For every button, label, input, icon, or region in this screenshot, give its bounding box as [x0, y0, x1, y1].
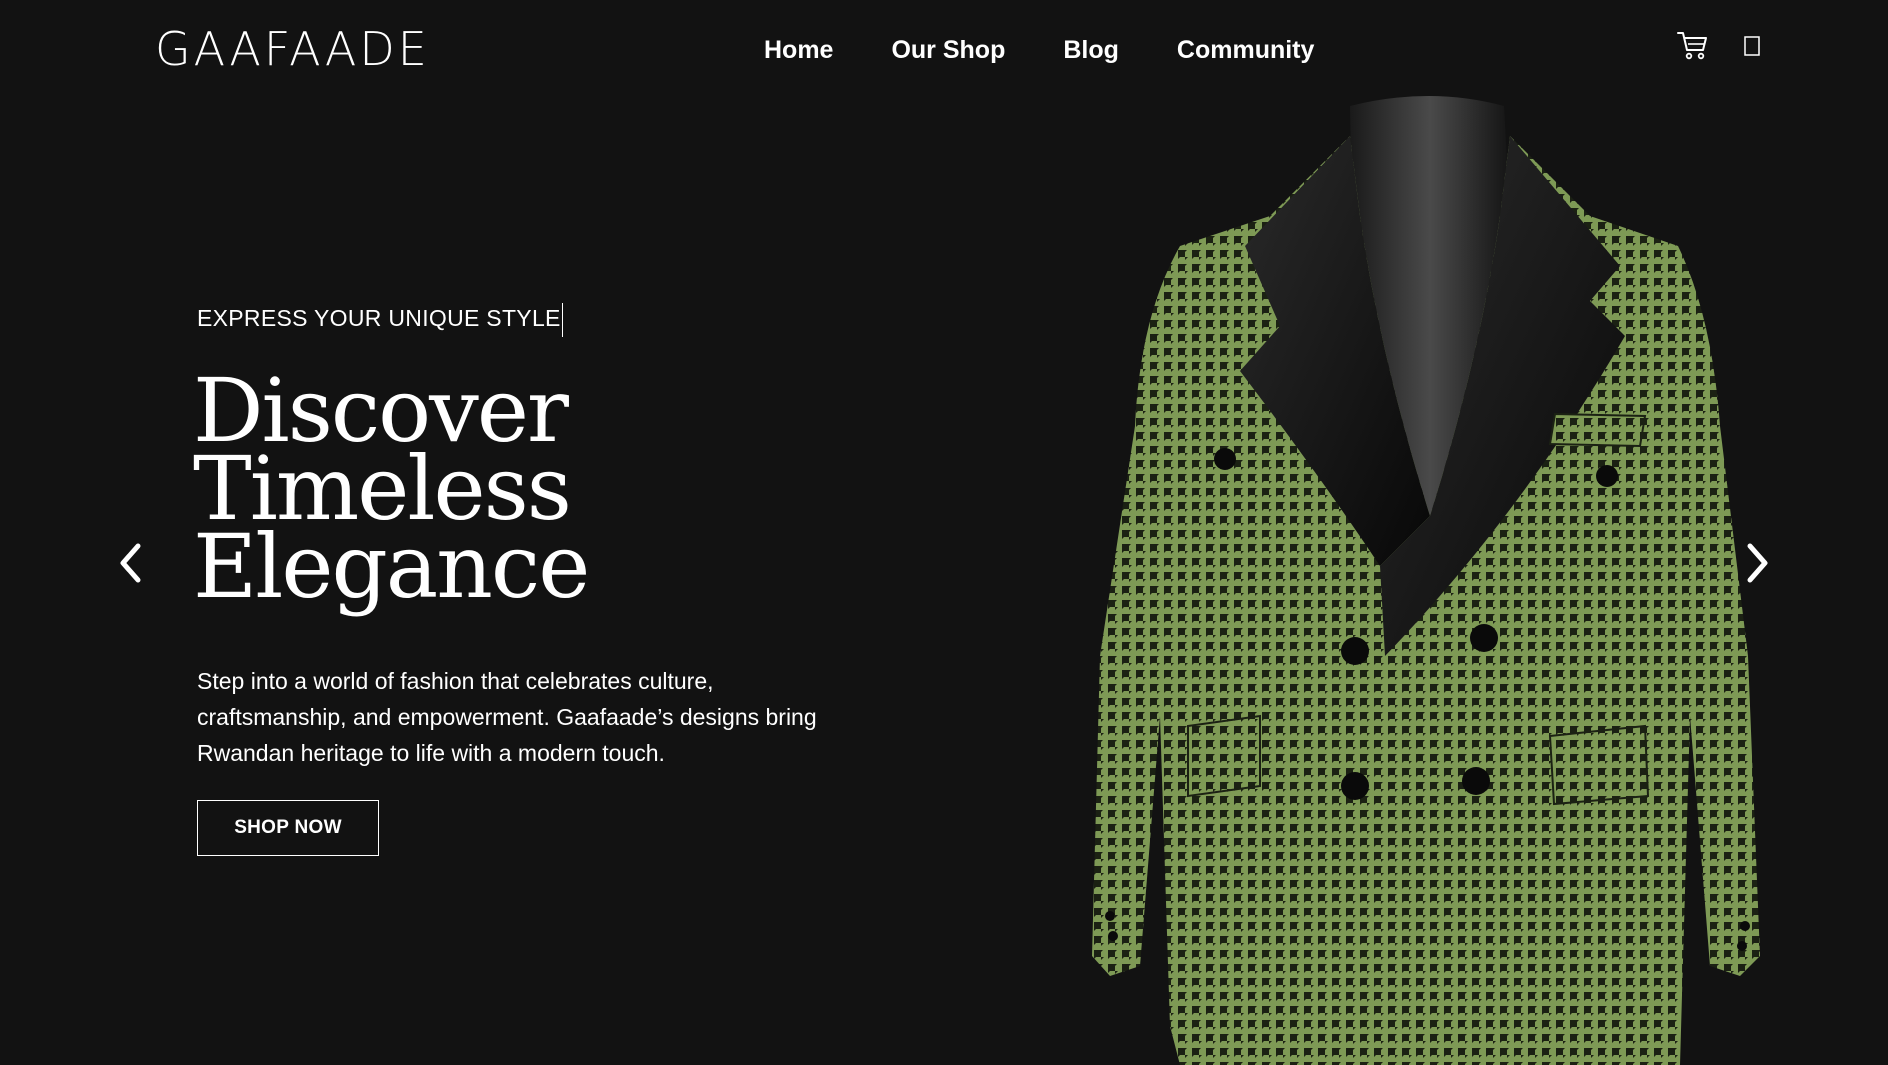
profile-icon[interactable] [1744, 36, 1760, 56]
cart-icon[interactable] [1676, 28, 1710, 62]
nav-item-blog[interactable]: Blog [1063, 30, 1119, 70]
text-caret [561, 303, 563, 337]
hero-description: Step into a world of fashion that celebr… [197, 668, 817, 766]
hero-eyebrow-text: EXPRESS YOUR UNIQUE STYLE [197, 305, 561, 332]
hero-eyebrow: EXPRESS YOUR UNIQUE STYLE [197, 303, 563, 337]
hero-headline: Discover Timeless Elegance [193, 367, 590, 618]
suit-jacket-image [1092, 96, 1760, 1065]
nav-item-community[interactable]: Community [1177, 30, 1315, 70]
brand-logo[interactable]: GAAFAADE [155, 22, 430, 76]
main-nav: Home Our Shop Blog Community [764, 30, 1314, 70]
nav-item-our-shop[interactable]: Our Shop [891, 30, 1005, 70]
nav-item-home[interactable]: Home [764, 30, 833, 70]
headline-line: Elegance [193, 515, 590, 618]
chevron-left-icon[interactable] [114, 538, 148, 588]
shop-now-button[interactable]: SHOP NOW [197, 800, 379, 856]
